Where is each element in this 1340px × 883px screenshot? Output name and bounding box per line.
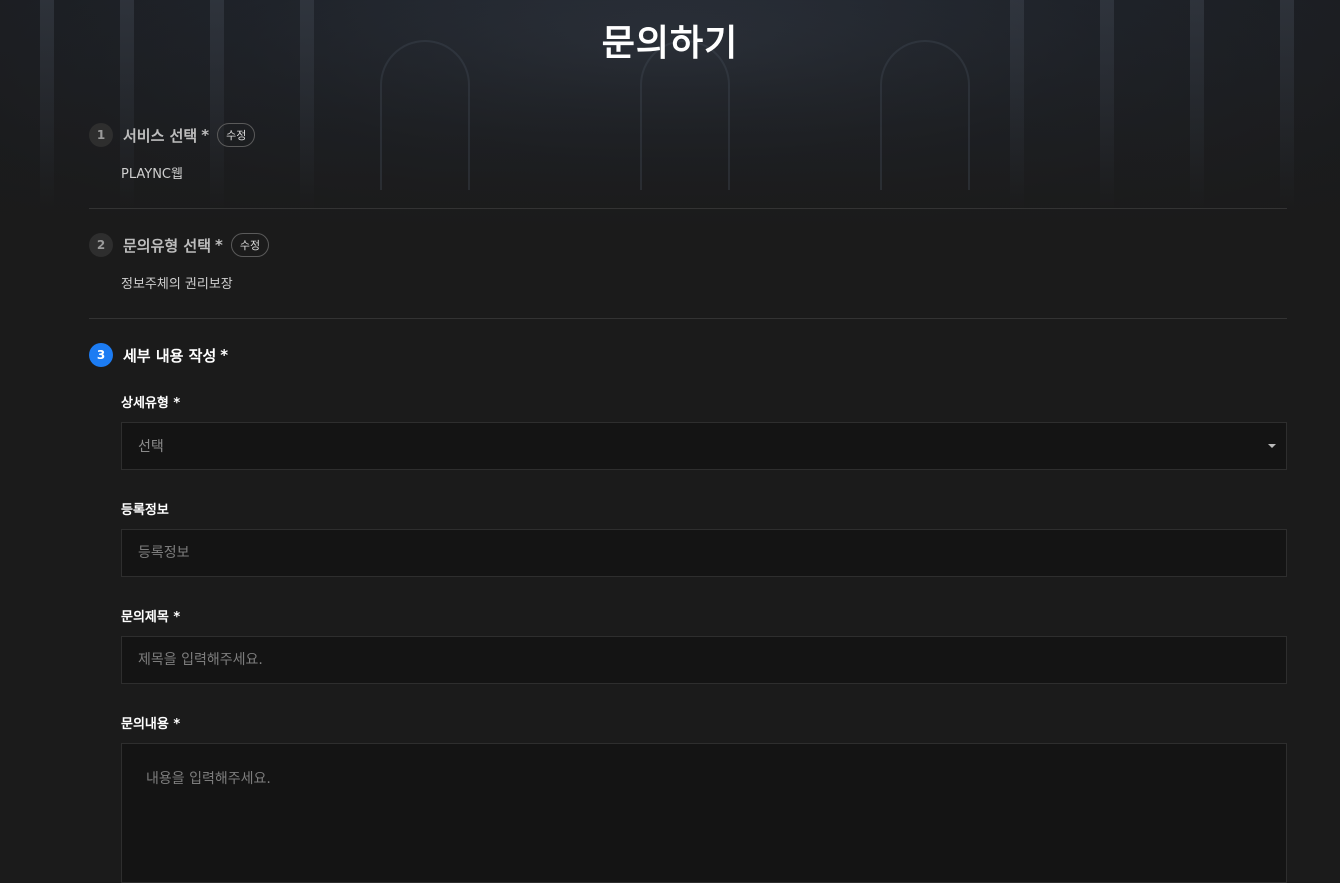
required-mark: * bbox=[215, 236, 223, 254]
content-label: 문의내용 * bbox=[121, 717, 181, 732]
registration-field: 등록정보 bbox=[121, 499, 1287, 577]
detail-type-label: 상세유형 * bbox=[121, 396, 181, 411]
content-field: 문의내용 * bbox=[121, 713, 1287, 883]
registration-label: 등록정보 bbox=[121, 503, 169, 518]
caret-down-icon bbox=[1268, 444, 1276, 448]
registration-box bbox=[121, 529, 1287, 577]
detail-type-field: 상세유형 * 선택 bbox=[121, 392, 1287, 470]
page-title: 문의하기 bbox=[601, 23, 739, 64]
edit-service-button[interactable]: 수정 bbox=[217, 123, 256, 147]
step-number: 1 bbox=[89, 123, 113, 147]
step-inquiry-type: 2 문의유형 선택 * 수정 정보주체의 권리보장 bbox=[89, 233, 1287, 292]
content-box bbox=[121, 743, 1287, 883]
step-title: 세부 내용 작성 bbox=[123, 346, 217, 365]
step-title: 문의유형 선택 bbox=[123, 236, 212, 255]
step-title: 서비스 선택 bbox=[123, 126, 198, 145]
required-mark: * bbox=[220, 346, 229, 364]
subject-box bbox=[121, 636, 1287, 684]
registration-input[interactable] bbox=[138, 545, 1270, 561]
step-detail-content: 3 세부 내용 작성 * bbox=[89, 343, 1287, 367]
inquiry-page: 문의하기 1 서비스 선택 * 수정 PLAYNC웹 2 문의유형 선택 * 수… bbox=[0, 0, 1340, 883]
subject-label: 문의제목 * bbox=[121, 610, 181, 625]
detail-type-value: 선택 bbox=[138, 439, 164, 455]
step-number: 2 bbox=[89, 233, 113, 257]
content-textarea[interactable] bbox=[146, 768, 1262, 858]
step-number: 3 bbox=[89, 343, 113, 367]
divider bbox=[89, 208, 1287, 209]
subject-input[interactable] bbox=[138, 652, 1270, 668]
selected-inquiry-type: 정보주체의 권리보장 bbox=[121, 277, 233, 292]
selected-service: PLAYNC웹 bbox=[121, 167, 183, 182]
detail-type-select[interactable]: 선택 bbox=[121, 422, 1287, 470]
subject-field: 문의제목 * bbox=[121, 606, 1287, 684]
edit-inquiry-type-button[interactable]: 수정 bbox=[230, 233, 270, 257]
step-service-select: 1 서비스 선택 * 수정 PLAYNC웹 bbox=[89, 123, 1287, 182]
divider bbox=[89, 318, 1287, 319]
required-mark: * bbox=[201, 126, 210, 144]
